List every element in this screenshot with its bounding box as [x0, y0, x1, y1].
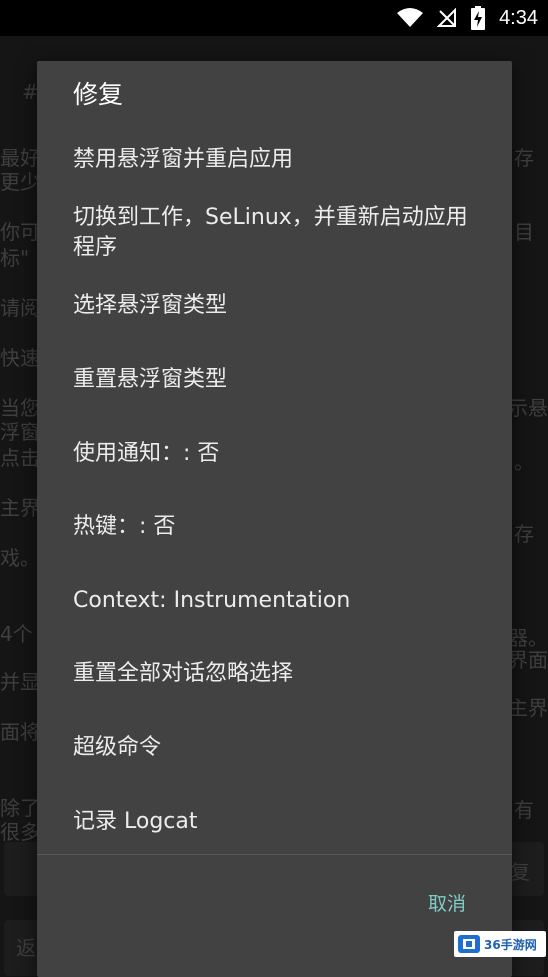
bg-text: 很多 — [0, 820, 40, 844]
bg-text: 4个 — [0, 622, 33, 646]
status-time: 4:34 — [499, 6, 538, 29]
menu-item-reset-dialog-ignore[interactable]: 重置全部对话忽略选择 — [73, 659, 473, 689]
bg-text: 示悬 — [508, 396, 548, 420]
bg-text: 你可 — [0, 220, 40, 244]
bg-text: 浮窗 — [0, 420, 40, 444]
menu-item-select-floating-window-type[interactable]: 选择悬浮窗类型 — [73, 291, 473, 321]
menu-item-super-command[interactable]: 超级命令 — [73, 733, 473, 763]
menu-item-disable-floating-window-restart[interactable]: 禁用悬浮窗并重启应用 — [73, 145, 473, 175]
watermark-text: 36手游网 — [484, 937, 537, 952]
cancel-button[interactable]: 取消 — [428, 889, 466, 916]
watermark-icon — [458, 935, 480, 953]
bg-text: 点击 — [0, 446, 40, 470]
menu-item-reset-floating-window-type[interactable]: 重置悬浮窗类型 — [73, 365, 473, 395]
bg-text: 界面 — [508, 648, 548, 672]
bg-text: 请阅 — [0, 296, 40, 320]
bg-text: 复 — [510, 860, 530, 884]
bg-text: 主界 — [508, 696, 548, 720]
dialog-divider — [37, 854, 512, 855]
bg-text: 标" — [0, 246, 30, 270]
bg-text: 存 — [514, 522, 534, 546]
fix-dialog: 修复 禁用悬浮窗并重启应用 切换到工作，SeLinux，并重新启动应用程序 选择… — [37, 61, 512, 977]
bg-text: 存 — [514, 146, 534, 170]
battery-charging-icon — [471, 6, 486, 30]
menu-item-use-notification[interactable]: 使用通知：: 否 — [73, 439, 473, 469]
bg-text: 戏。 — [0, 546, 40, 570]
bg-text: 有 — [514, 798, 534, 822]
screen: 4:34 # 最好 更少 你可 标" 请阅 快速 当您 浮窗 点击 主界 戏。 … — [0, 0, 548, 977]
no-signal-icon — [437, 8, 457, 28]
menu-item-context-instrumentation[interactable]: Context: Instrumentation — [73, 586, 473, 616]
dialog-title: 修复 — [73, 80, 124, 109]
bg-text: 快速 — [0, 346, 40, 370]
bg-text: 更少 — [0, 170, 40, 194]
wifi-icon — [397, 8, 424, 28]
bg-text: 并显 — [0, 670, 40, 694]
status-bar: 4:34 — [0, 0, 548, 36]
bg-text: 返 — [16, 936, 36, 960]
bg-text: 主界 — [0, 496, 40, 520]
bg-text: 面将 — [0, 720, 40, 744]
menu-item-switch-work-selinux-restart[interactable]: 切换到工作，SeLinux，并重新启动应用程序 — [73, 203, 468, 263]
menu-item-hotkey[interactable]: 热键：: 否 — [73, 512, 473, 542]
bg-text: 目 — [514, 220, 534, 244]
bg-text: 。 — [514, 450, 534, 474]
menu-item-record-logcat[interactable]: 记录 Logcat — [73, 807, 473, 837]
watermark-logo: 36手游网 — [454, 931, 546, 957]
